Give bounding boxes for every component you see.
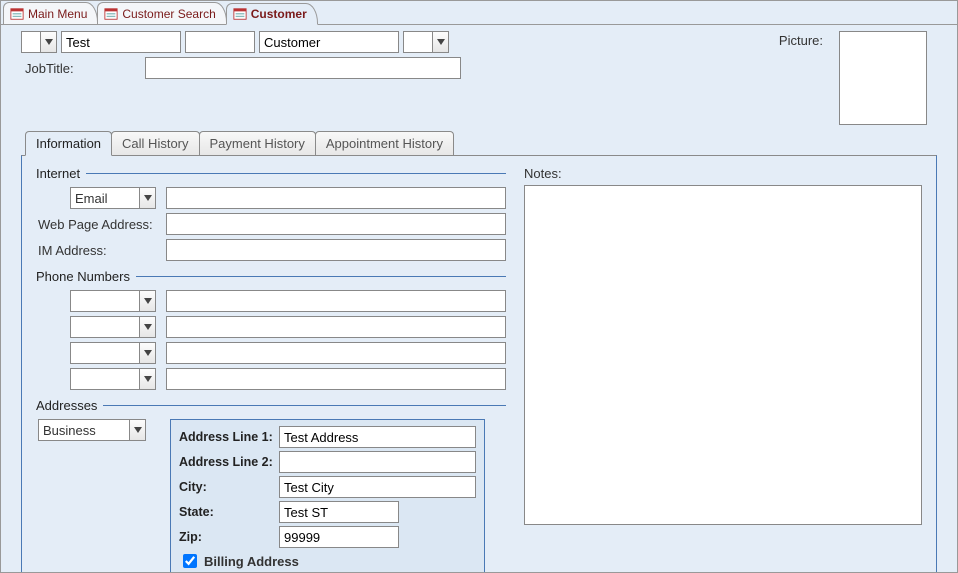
- chevron-down-icon: [139, 188, 155, 208]
- addr-zip-input[interactable]: [279, 526, 399, 548]
- phone-type-combo-4[interactable]: [70, 368, 156, 390]
- subtab-payment-history[interactable]: Payment History: [199, 131, 316, 155]
- job-title-input[interactable]: [145, 57, 461, 79]
- address-panel: Address Line 1: Address Line 2: City:: [170, 419, 485, 573]
- last-name-input[interactable]: [259, 31, 399, 53]
- middle-name-input[interactable]: [185, 31, 255, 53]
- subtab-strip: Information Call History Payment History…: [21, 131, 937, 155]
- doc-tab-label: Main Menu: [28, 7, 87, 21]
- doc-tab-label: Customer Search: [122, 7, 215, 21]
- name-block: JobTitle:: [21, 31, 461, 79]
- phone-type-combo-2[interactable]: [70, 316, 156, 338]
- chevron-down-icon: [40, 32, 56, 52]
- subtab-label: Call History: [122, 136, 188, 151]
- form-icon: [10, 7, 24, 21]
- chevron-down-icon: [139, 291, 155, 311]
- doc-tab-customer-search[interactable]: Customer Search: [97, 2, 226, 24]
- im-label: IM Address:: [36, 243, 160, 258]
- app-window: Main Menu Customer Search Customer: [0, 0, 958, 573]
- divider: [103, 405, 506, 406]
- email-input[interactable]: [166, 187, 506, 209]
- notes-label: Notes:: [524, 166, 922, 181]
- billing-checkbox[interactable]: [183, 554, 197, 568]
- addr-line1-input[interactable]: [279, 426, 476, 448]
- job-title-label: JobTitle:: [21, 59, 141, 78]
- chevron-down-icon: [139, 343, 155, 363]
- billing-label: Billing Address: [204, 554, 299, 569]
- email-type-combo[interactable]: Email: [70, 187, 156, 209]
- form-icon: [104, 7, 118, 21]
- picture-label: Picture:: [775, 31, 827, 50]
- internet-group: Internet Email Web Page Addre: [36, 166, 506, 261]
- phone-input-2[interactable]: [166, 316, 506, 338]
- doc-tab-label: Customer: [251, 7, 307, 21]
- document-tabs: Main Menu Customer Search Customer: [1, 1, 957, 25]
- divider: [136, 276, 506, 277]
- addr-line2-label: Address Line 2:: [179, 455, 273, 469]
- chevron-down-icon: [139, 317, 155, 337]
- doc-tab-customer[interactable]: Customer: [226, 3, 318, 25]
- web-input[interactable]: [166, 213, 506, 235]
- doc-tab-main-menu[interactable]: Main Menu: [3, 2, 98, 24]
- prefix-combo[interactable]: [21, 31, 57, 53]
- chevron-down-icon: [129, 420, 145, 440]
- chevron-down-icon: [432, 32, 448, 52]
- notes-textarea[interactable]: [524, 185, 922, 525]
- web-label: Web Page Address:: [36, 217, 160, 232]
- group-label: Addresses: [36, 398, 97, 413]
- phone-type-combo-1[interactable]: [70, 290, 156, 312]
- suffix-combo[interactable]: [403, 31, 449, 53]
- phone-input-3[interactable]: [166, 342, 506, 364]
- phone-input-4[interactable]: [166, 368, 506, 390]
- address-type-combo[interactable]: Business: [38, 419, 146, 441]
- addr-line2-input[interactable]: [279, 451, 476, 473]
- subtab-information[interactable]: Information: [25, 131, 112, 156]
- subtab-label: Payment History: [210, 136, 305, 151]
- address-type-value: Business: [39, 423, 129, 438]
- group-label: Phone Numbers: [36, 269, 130, 284]
- subtab-label: Appointment History: [326, 136, 443, 151]
- addr-state-label: State:: [179, 505, 273, 519]
- information-panel: Internet Email Web Page Addre: [21, 155, 937, 573]
- addr-city-input[interactable]: [279, 476, 476, 498]
- form-icon: [233, 7, 247, 21]
- subtab-label: Information: [36, 136, 101, 151]
- addr-state-input[interactable]: [279, 501, 399, 523]
- phones-group: Phone Numbers: [36, 269, 506, 390]
- email-type-value: Email: [71, 191, 139, 206]
- group-label: Internet: [36, 166, 80, 181]
- addr-city-label: City:: [179, 480, 273, 494]
- addr-zip-label: Zip:: [179, 530, 273, 544]
- subtab-appointment-history[interactable]: Appointment History: [315, 131, 454, 155]
- picture-box[interactable]: [839, 31, 927, 125]
- addresses-group: Addresses Business Address Line: [36, 398, 506, 573]
- im-input[interactable]: [166, 239, 506, 261]
- first-name-input[interactable]: [61, 31, 181, 53]
- chevron-down-icon: [139, 369, 155, 389]
- subtab-call-history[interactable]: Call History: [111, 131, 199, 155]
- form-content: JobTitle: Picture: Information Call Hist…: [1, 25, 957, 573]
- addr-line1-label: Address Line 1:: [179, 430, 273, 444]
- divider: [86, 173, 506, 174]
- phone-type-combo-3[interactable]: [70, 342, 156, 364]
- phone-input-1[interactable]: [166, 290, 506, 312]
